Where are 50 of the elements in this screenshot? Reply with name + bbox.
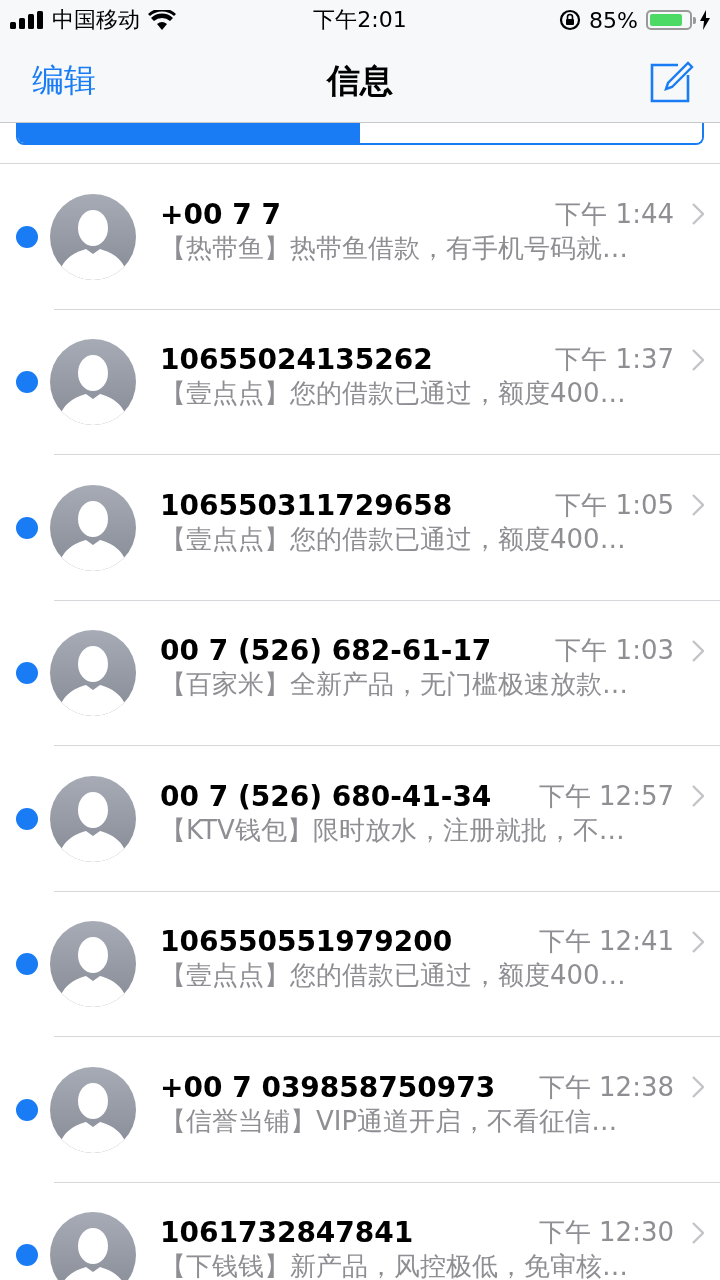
chevron-icon bbox=[692, 639, 704, 662]
avatar-icon bbox=[50, 484, 136, 571]
avatar-icon bbox=[50, 1066, 136, 1153]
message-preview: 【壹点点】您的借款已通过，额度400… bbox=[160, 524, 627, 554]
chevron-icon bbox=[692, 930, 704, 953]
screen-title: 信息 bbox=[327, 59, 393, 102]
chevron-icon bbox=[692, 1221, 704, 1244]
sender-name: 10655024135262 bbox=[160, 343, 434, 377]
carrier-name: 中国移动 bbox=[52, 6, 140, 34]
edit-button[interactable]: 编辑 bbox=[32, 59, 96, 103]
message-preview: 【壹点点】您的借款已通过，额度400… bbox=[160, 961, 627, 991]
filter-tab[interactable] bbox=[18, 123, 360, 143]
sender-name: 1061732847841 bbox=[160, 1216, 415, 1250]
avatar-icon bbox=[50, 775, 136, 862]
sender-name: 00 7 (526) 680-41-34 bbox=[160, 779, 493, 814]
message-time: 下午 12:41 bbox=[538, 925, 674, 959]
avatar-icon bbox=[50, 193, 136, 280]
chevron-icon bbox=[692, 494, 704, 517]
message-time: 下午 12:30 bbox=[538, 1216, 674, 1250]
chevron-icon bbox=[692, 1076, 704, 1099]
message-preview: 【信誉当铺】VIP通道开启，不看征信… bbox=[160, 1106, 619, 1136]
message-preview: 【热带鱼】热带鱼借款，有手机号码就… bbox=[160, 233, 629, 263]
wifi-icon bbox=[148, 10, 176, 30]
message-preview: 【百家米】全新产品，无门槛极速放款… bbox=[160, 670, 629, 700]
compose-icon[interactable] bbox=[650, 59, 694, 103]
chevron-icon bbox=[692, 348, 704, 371]
status-time: 下午2:01 bbox=[313, 6, 407, 34]
message-time: 下午 1:05 bbox=[555, 488, 674, 522]
sender-name: 00 7 (526) 682-61-17 bbox=[160, 634, 493, 668]
avatar-icon bbox=[50, 630, 136, 717]
avatar-icon bbox=[50, 921, 136, 1008]
message-preview: 【壹点点】您的借款已通过，额度400… bbox=[160, 379, 627, 409]
signal-icon bbox=[10, 11, 44, 29]
message-time: 下午 1:03 bbox=[555, 634, 674, 668]
message-preview: 【KTV钱包】限时放水，注册就批，不… bbox=[160, 815, 626, 845]
charging-bolt-icon bbox=[700, 10, 710, 30]
message-preview: 【下钱钱】新产品，风控极低，免审核… bbox=[160, 1252, 629, 1280]
sender-name: +00 7 7 bbox=[160, 197, 282, 232]
chevron-icon bbox=[692, 203, 704, 226]
sender-name: 106550311729658 bbox=[160, 488, 454, 523]
message-time: 下午 1:37 bbox=[555, 343, 674, 377]
message-time: 下午 12:38 bbox=[538, 1070, 674, 1104]
message-time: 下午 1:44 bbox=[555, 197, 674, 231]
sender-name: +00 7 039858750973 bbox=[160, 1070, 497, 1105]
sender-name: 106550551979200 bbox=[160, 925, 454, 959]
message-time: 下午 12:57 bbox=[538, 779, 674, 813]
chevron-icon bbox=[692, 785, 704, 808]
battery-percent: 85% bbox=[589, 7, 638, 33]
avatar-icon bbox=[50, 339, 136, 426]
rotation-lock-icon bbox=[559, 9, 582, 31]
